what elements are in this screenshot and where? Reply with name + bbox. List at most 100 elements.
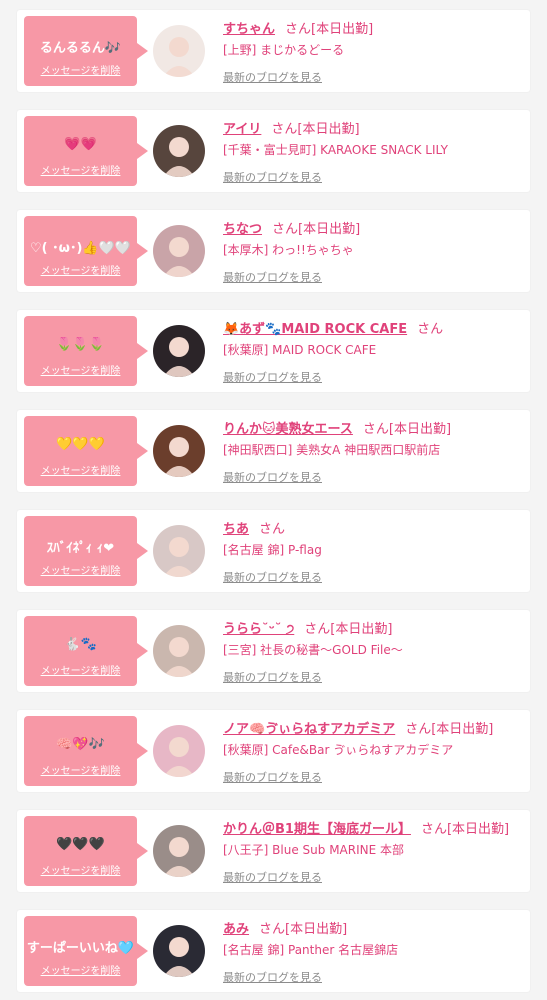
latest-blog-link[interactable]: 最新のブログを見る bbox=[223, 669, 322, 685]
name-line: ちあ さん bbox=[223, 518, 285, 537]
cast-card-7: 🐇🐾 メッセージを削除 うらら˘ᵕ˘ ੭ さん[本日出勤] [三宮] 社長の秘書〜… bbox=[17, 610, 530, 692]
name-line: アイリ さん[本日出勤] bbox=[223, 118, 360, 137]
latest-blog-link[interactable]: 最新のブログを見る bbox=[223, 369, 322, 385]
attendance-status: [本日出勤] bbox=[388, 422, 452, 437]
attendance-status: [本日出勤] bbox=[285, 922, 348, 937]
avatar[interactable] bbox=[153, 625, 205, 677]
attendance-status: [本日出勤] bbox=[330, 622, 393, 637]
san-suffix: さん bbox=[271, 122, 298, 137]
avatar[interactable] bbox=[153, 325, 205, 377]
latest-blog-link[interactable]: 最新のブログを見る bbox=[223, 269, 322, 285]
cast-card-10: すーぱーいいね🩵 メッセージを削除 あみ さん[本日出勤] [名古屋 錦] Pan… bbox=[17, 910, 530, 992]
san-suffix: さん bbox=[362, 422, 389, 437]
delete-message-link[interactable]: メッセージを削除 bbox=[24, 362, 137, 377]
message-bubble: 🖤🖤🖤 メッセージを削除 bbox=[24, 816, 148, 886]
name-line: あみ さん[本日出勤] bbox=[223, 918, 347, 937]
avatar[interactable] bbox=[153, 25, 205, 77]
shop-info: [神田駅西口] 美熟女A 神田駅西口駅前店 bbox=[223, 443, 441, 457]
cast-name-link[interactable]: ちなつ bbox=[223, 222, 262, 237]
name-line: 🦊あず🐾MAID ROCK CAFE さん bbox=[223, 318, 443, 337]
shop-info: [名古屋 錦] P-flag bbox=[223, 543, 322, 557]
latest-blog-link[interactable]: 最新のブログを見る bbox=[223, 569, 322, 585]
san-suffix: さん bbox=[285, 22, 312, 37]
delete-message-link[interactable]: メッセージを削除 bbox=[24, 62, 137, 77]
name-line: ノア🧠ゔぃらねすアカデミア さん[本日出勤] bbox=[223, 718, 493, 737]
cast-card-8: 🧠💖🎶 メッセージを削除 ノア🧠ゔぃらねすアカデミア さん[本日出勤] [秋葉原]… bbox=[17, 710, 530, 792]
message-text: 💛💛💛 bbox=[56, 437, 105, 452]
delete-message-link[interactable]: メッセージを削除 bbox=[24, 762, 137, 777]
shop-info: [三宮] 社長の秘書〜GOLD File〜 bbox=[223, 643, 403, 657]
delete-message-link[interactable]: メッセージを削除 bbox=[24, 862, 137, 877]
cast-name-link[interactable]: かりん＠B1期生【海底ガール】 bbox=[223, 822, 411, 837]
cast-name-link[interactable]: あみ bbox=[223, 922, 249, 937]
message-text: るんるるん🎶 bbox=[39, 41, 122, 56]
latest-blog-link[interactable]: 最新のブログを見る bbox=[223, 969, 322, 985]
shop-info: [上野] まじかるどーる bbox=[223, 43, 345, 57]
cast-name-link[interactable]: うらら˘ᵕ˘ ੭ bbox=[223, 622, 294, 637]
san-suffix: さん bbox=[259, 522, 286, 537]
san-suffix: さん bbox=[272, 222, 299, 237]
shop-info: [本厚木] わっ!!ちゃちゃ bbox=[223, 243, 354, 257]
avatar[interactable] bbox=[153, 525, 205, 577]
shop-info: [秋葉原] Cafe&Bar ゔぃらねすアカデミア bbox=[223, 743, 454, 757]
delete-message-link[interactable]: メッセージを削除 bbox=[24, 562, 137, 577]
cast-name-link[interactable]: ノア🧠ゔぃらねすアカデミア bbox=[223, 722, 395, 737]
message-bubble: ♡( ･ω･)👍🤍🤍 メッセージを削除 bbox=[24, 216, 148, 286]
message-text: ♡( ･ω･)👍🤍🤍 bbox=[30, 241, 131, 256]
cast-card-6: ｽﾊﾞｲﾈﾟｨ ｨ❤ メッセージを削除 ちあ さん [名古屋 錦] P-flag … bbox=[17, 510, 530, 592]
message-text: 🌷🌷🌷 bbox=[56, 337, 105, 352]
message-text: ｽﾊﾞｲﾈﾟｨ ｨ❤ bbox=[46, 541, 115, 556]
message-bubble: るんるるん🎶 メッセージを削除 bbox=[24, 16, 148, 86]
cast-name-link[interactable]: アイリ bbox=[223, 122, 261, 137]
message-bubble: 🧠💖🎶 メッセージを削除 bbox=[24, 716, 148, 786]
cast-card-3: ♡( ･ω･)👍🤍🤍 メッセージを削除 ちなつ さん[本日出勤] [本厚木] わっ… bbox=[17, 210, 530, 292]
shop-info: [八王子] Blue Sub MARINE 本部 bbox=[223, 843, 405, 857]
latest-blog-link[interactable]: 最新のブログを見る bbox=[223, 769, 322, 785]
name-line: うらら˘ᵕ˘ ੭ さん[本日出勤] bbox=[223, 618, 392, 637]
latest-blog-link[interactable]: 最新のブログを見る bbox=[223, 869, 322, 885]
name-line: ちなつ さん[本日出勤] bbox=[223, 218, 360, 237]
san-suffix: さん bbox=[420, 822, 447, 837]
favorite-cast-list: るんるるん🎶 メッセージを削除 すちゃん さん[本日出勤] [上野] まじかるどー… bbox=[0, 0, 547, 1000]
cast-name-link[interactable]: すちゃん bbox=[223, 22, 275, 37]
san-suffix: さん bbox=[417, 322, 444, 337]
message-text: 🖤🖤🖤 bbox=[56, 837, 105, 852]
cast-card-2: 💗💗 メッセージを削除 アイリ さん[本日出勤] [千葉・富士見町] KARAOK… bbox=[17, 110, 530, 192]
message-bubble: 💛💛💛 メッセージを削除 bbox=[24, 416, 148, 486]
cast-card-9: 🖤🖤🖤 メッセージを削除 かりん＠B1期生【海底ガール】 さん[本日出勤] [八王… bbox=[17, 810, 530, 892]
message-bubble: 💗💗 メッセージを削除 bbox=[24, 116, 148, 186]
attendance-status: [本日出勤] bbox=[297, 122, 360, 137]
delete-message-link[interactable]: メッセージを削除 bbox=[24, 462, 137, 477]
avatar[interactable] bbox=[153, 725, 205, 777]
cast-name-link[interactable]: ちあ bbox=[223, 522, 249, 537]
avatar[interactable] bbox=[153, 925, 205, 977]
message-bubble: すーぱーいいね🩵 メッセージを削除 bbox=[24, 916, 148, 986]
san-suffix: さん bbox=[304, 622, 331, 637]
latest-blog-link[interactable]: 最新のブログを見る bbox=[223, 469, 322, 485]
avatar[interactable] bbox=[153, 225, 205, 277]
cast-card-1: るんるるん🎶 メッセージを削除 すちゃん さん[本日出勤] [上野] まじかるどー… bbox=[17, 10, 530, 92]
avatar[interactable] bbox=[153, 825, 205, 877]
avatar[interactable] bbox=[153, 425, 205, 477]
san-suffix: さん bbox=[259, 922, 286, 937]
delete-message-link[interactable]: メッセージを削除 bbox=[24, 962, 137, 977]
latest-blog-link[interactable]: 最新のブログを見る bbox=[223, 69, 322, 85]
message-bubble: 🐇🐾 メッセージを削除 bbox=[24, 616, 148, 686]
delete-message-link[interactable]: メッセージを削除 bbox=[24, 262, 137, 277]
latest-blog-link[interactable]: 最新のブログを見る bbox=[223, 169, 322, 185]
attendance-status: [本日出勤] bbox=[431, 722, 494, 737]
message-bubble: ｽﾊﾞｲﾈﾟｨ ｨ❤ メッセージを削除 bbox=[24, 516, 148, 586]
message-text: 🧠💖🎶 bbox=[56, 737, 105, 752]
message-bubble: 🌷🌷🌷 メッセージを削除 bbox=[24, 316, 148, 386]
attendance-status: [本日出勤] bbox=[311, 22, 374, 37]
cast-name-link[interactable]: りんか🐱美熟女エース bbox=[223, 422, 353, 437]
name-line: りんか🐱美熟女エース さん[本日出勤] bbox=[223, 418, 451, 437]
shop-info: [名古屋 錦] Panther 名古屋錦店 bbox=[223, 943, 399, 957]
delete-message-link[interactable]: メッセージを削除 bbox=[24, 162, 137, 177]
delete-message-link[interactable]: メッセージを削除 bbox=[24, 662, 137, 677]
attendance-status: [本日出勤] bbox=[298, 222, 361, 237]
message-text: 💗💗 bbox=[64, 137, 97, 152]
avatar[interactable] bbox=[153, 125, 205, 177]
cast-name-link[interactable]: 🦊あず🐾MAID ROCK CAFE bbox=[223, 322, 407, 337]
message-text: すーぱーいいね🩵 bbox=[26, 941, 135, 956]
